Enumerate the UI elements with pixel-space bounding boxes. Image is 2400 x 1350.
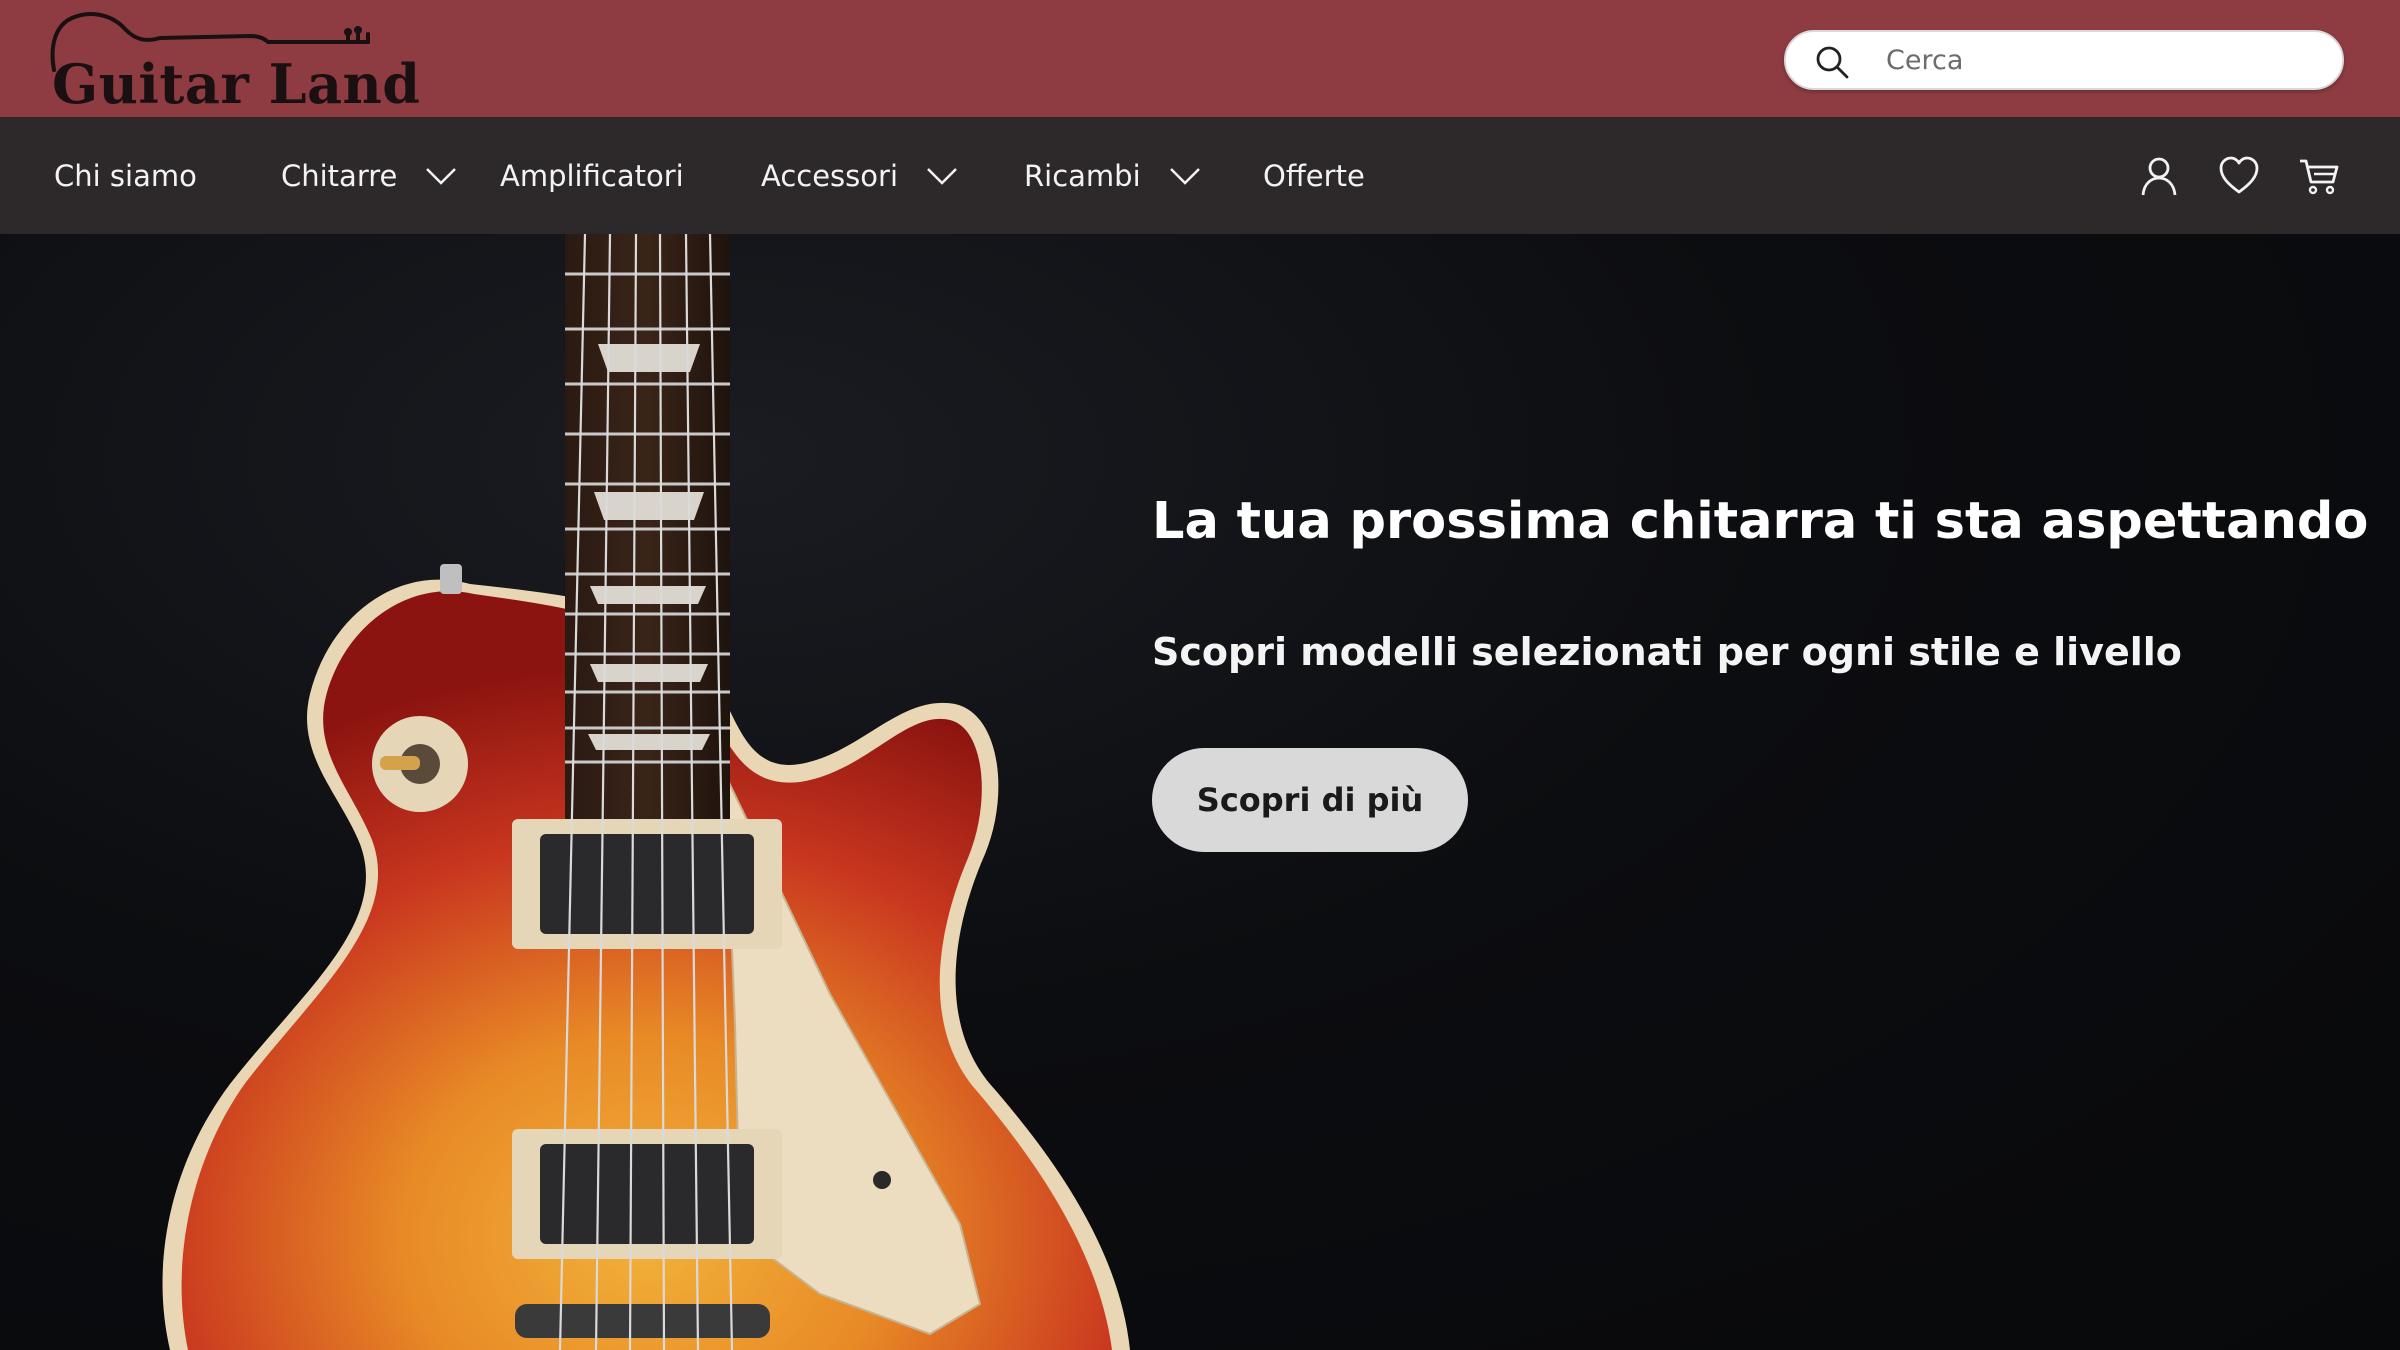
hero-banner: La tua prossima chitarra ti sta aspettan… [0, 234, 2400, 1350]
heart-icon[interactable] [2218, 155, 2260, 197]
hero-subtitle: Scopri modelli selezionati per ogni stil… [1152, 630, 2182, 674]
nav-item-label: Chitarre [281, 158, 398, 193]
nav-item-amplificatori[interactable]: Amplificatori [500, 117, 684, 234]
page: Guitar Land Chi siamo Chitarre Amplifica… [0, 0, 2400, 1350]
chevron-down-icon[interactable] [926, 166, 958, 186]
chevron-down-icon[interactable] [425, 166, 457, 186]
search-input[interactable] [1886, 40, 2316, 80]
discover-more-button[interactable]: Scopri di più [1152, 748, 1468, 852]
top-header: Guitar Land [0, 0, 2400, 117]
guitar-hero-image [162, 234, 1130, 1350]
nav-item-label: Ricambi [1024, 158, 1141, 193]
search-icon[interactable] [1814, 44, 1850, 80]
nav-item-chi-siamo[interactable]: Chi siamo [54, 117, 197, 234]
nav-item-label: Offerte [1263, 158, 1365, 193]
hero-title: La tua prossima chitarra ti sta aspettan… [1152, 492, 2369, 551]
nav-item-ricambi[interactable]: Ricambi [1024, 117, 1201, 234]
nav-item-label: Chi siamo [54, 158, 197, 193]
logo-text: Guitar Land [52, 52, 421, 116]
chevron-down-icon[interactable] [1169, 166, 1201, 186]
nav-item-offerte[interactable]: Offerte [1263, 117, 1365, 234]
user-icon[interactable] [2138, 155, 2180, 197]
search-bar[interactable] [1784, 30, 2344, 90]
cart-icon[interactable] [2298, 155, 2340, 197]
nav-item-label: Accessori [761, 158, 898, 193]
nav-item-chitarre[interactable]: Chitarre [281, 117, 457, 234]
site-logo[interactable]: Guitar Land [50, 8, 420, 114]
main-nav: Chi siamo Chitarre Amplificatori Accesso… [0, 117, 2400, 234]
nav-item-label: Amplificatori [500, 158, 684, 193]
nav-item-accessori[interactable]: Accessori [761, 117, 958, 234]
